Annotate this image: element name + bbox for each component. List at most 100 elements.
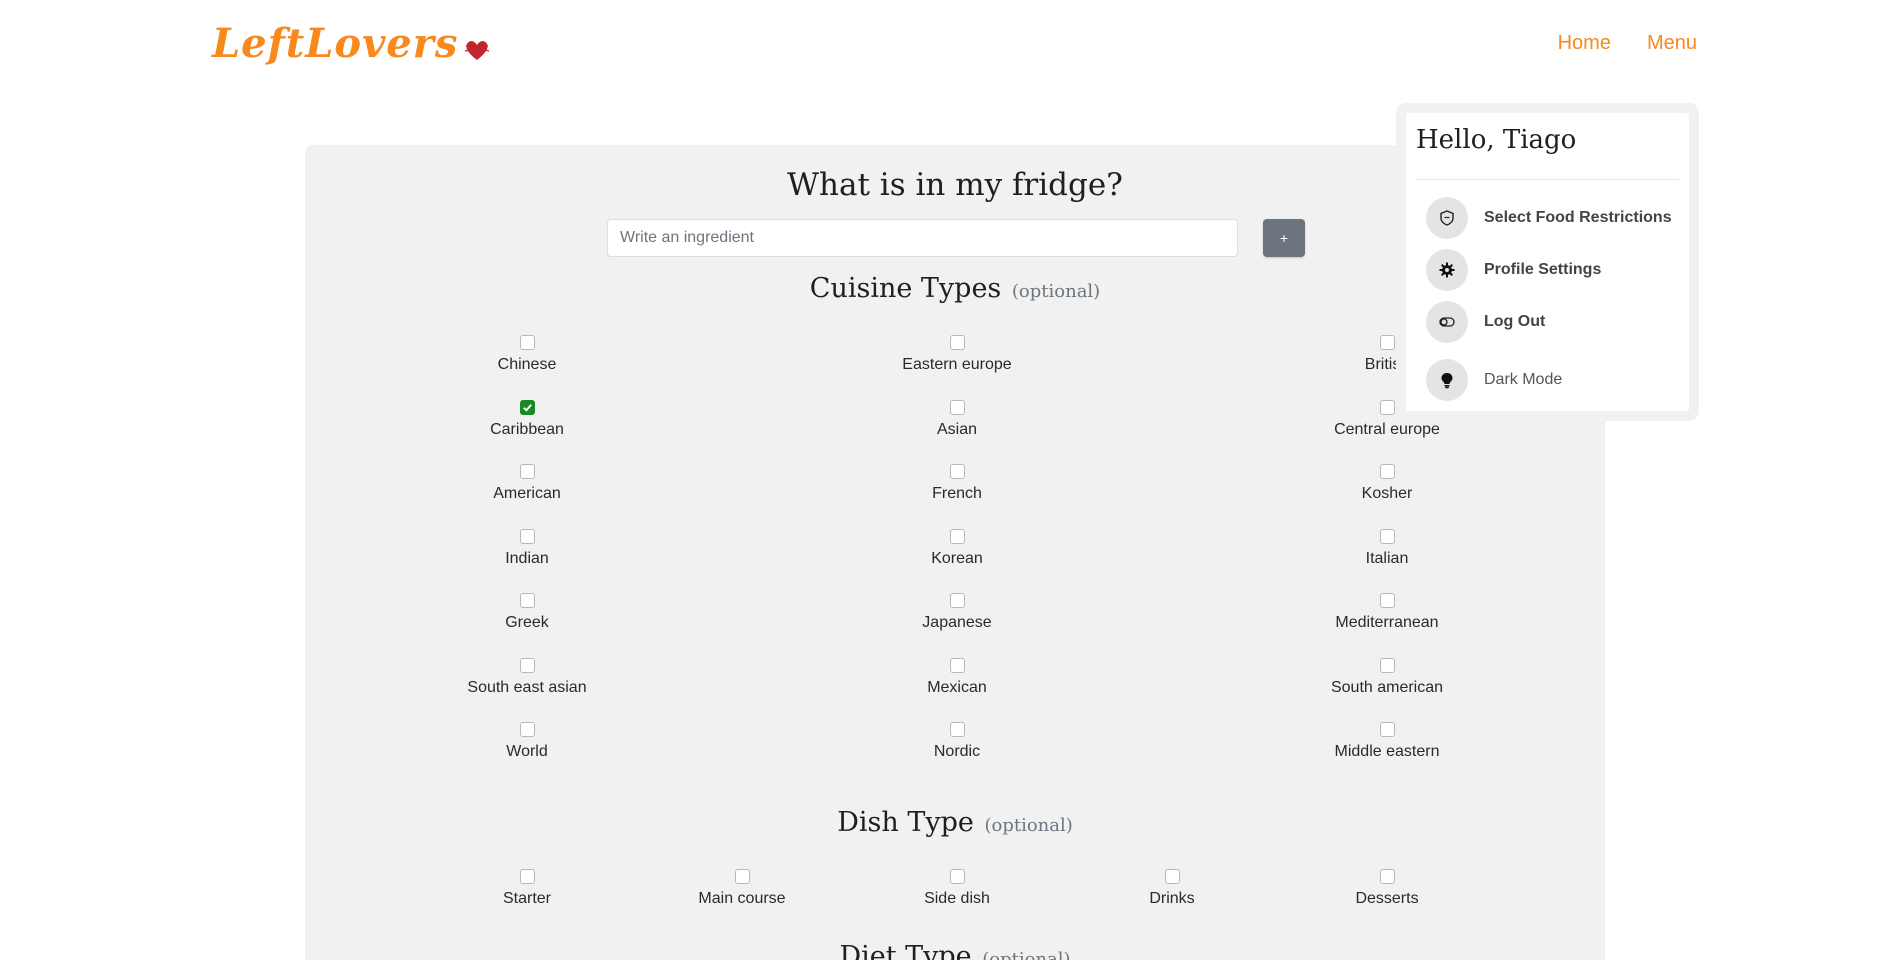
checkmark-icon: [522, 403, 532, 412]
option-item[interactable]: South east asian: [407, 657, 647, 697]
option-label: Kosher: [1361, 485, 1413, 502]
option-label: Greek: [505, 614, 549, 631]
brand-name: LeftLovers: [212, 20, 459, 67]
option-label: Middle eastern: [1334, 743, 1440, 760]
ingredient-search-row: +: [607, 219, 1305, 257]
option-checkbox[interactable]: [519, 657, 535, 673]
option-label: Italian: [1365, 549, 1409, 567]
menu-item-label: Dark Mode: [1484, 371, 1563, 388]
ingredient-input[interactable]: [607, 219, 1238, 257]
shield-icon: [1426, 197, 1468, 239]
option-checkbox[interactable]: [949, 528, 965, 544]
nav-menu-link[interactable]: Menu: [1647, 32, 1697, 55]
option-checkbox[interactable]: [1379, 722, 1395, 737]
option-item[interactable]: World: [407, 722, 647, 761]
option-checkbox[interactable]: [949, 335, 965, 350]
user-dropdown-menu: Hello, Tiago Select Food Restrictions Pr…: [1396, 103, 1699, 421]
option-label: Japanese: [922, 614, 992, 631]
top-nav: Home Menu: [1558, 32, 1697, 55]
option-label: Central europe: [1334, 420, 1440, 438]
cuisine-title: Cuisine Types: [809, 273, 1002, 304]
option-checkbox[interactable]: [949, 464, 965, 479]
option-label: Asian: [936, 420, 978, 438]
option-checkbox[interactable]: [1379, 528, 1395, 544]
option-checkbox[interactable]: [1379, 399, 1395, 415]
option-checkbox[interactable]: [1379, 869, 1395, 884]
option-item[interactable]: American: [407, 464, 647, 503]
diet-section-title: Diet Type (optional): [305, 941, 1605, 960]
menu-item-label: Profile Settings: [1484, 261, 1602, 278]
option-checkbox[interactable]: [1379, 335, 1395, 350]
option-checkbox[interactable]: [519, 869, 535, 884]
option-item[interactable]: South american: [1267, 657, 1507, 697]
option-item[interactable]: Nordic: [837, 722, 1077, 761]
option-item[interactable]: Side dish: [837, 869, 1077, 908]
brand-logo[interactable]: LeftLovers: [212, 20, 490, 67]
option-checkbox[interactable]: [519, 593, 535, 608]
option-checkbox[interactable]: [519, 464, 535, 479]
option-checkbox[interactable]: [519, 399, 535, 415]
gear-icon: [1426, 249, 1468, 291]
diet-title: Diet Type: [839, 941, 972, 960]
cuisine-optional: (optional): [1011, 281, 1101, 302]
option-label: Starter: [502, 890, 551, 907]
option-label: South american: [1330, 678, 1444, 696]
menu-item-label: Select Food Restrictions: [1484, 209, 1672, 226]
menu-item-food-restrictions[interactable]: Select Food Restrictions: [1416, 192, 1679, 244]
option-label: French: [932, 485, 982, 502]
option-checkbox[interactable]: [949, 722, 965, 737]
dish-section-title: Dish Type (optional): [305, 807, 1605, 838]
option-checkbox[interactable]: [519, 528, 535, 544]
option-checkbox[interactable]: [949, 657, 965, 673]
option-checkbox[interactable]: [519, 335, 535, 350]
option-checkbox[interactable]: [1164, 869, 1180, 884]
menu-item-log-out[interactable]: Log Out: [1416, 296, 1679, 348]
option-label: Main course: [698, 890, 786, 907]
option-item[interactable]: Indian: [407, 528, 647, 568]
option-item[interactable]: Korean: [837, 528, 1077, 568]
option-checkbox[interactable]: [734, 869, 750, 884]
option-label: Mediterranean: [1335, 614, 1439, 631]
dish-optional: (optional): [984, 815, 1073, 836]
option-item[interactable]: Chinese: [407, 335, 647, 374]
menu-item-dark-mode[interactable]: Dark Mode: [1416, 354, 1679, 406]
option-item[interactable]: French: [837, 464, 1077, 503]
option-item[interactable]: Japanese: [837, 593, 1077, 632]
option-item[interactable]: Mediterranean: [1267, 593, 1507, 632]
dish-title: Dish Type: [837, 807, 974, 838]
option-item[interactable]: Starter: [407, 869, 647, 908]
option-checkbox[interactable]: [949, 593, 965, 608]
menu-item-label: Log Out: [1484, 313, 1546, 330]
option-checkbox[interactable]: [949, 399, 965, 415]
option-checkbox[interactable]: [949, 869, 965, 884]
option-label: Indian: [505, 549, 549, 567]
option-item[interactable]: Eastern europe: [837, 335, 1077, 374]
option-checkbox[interactable]: [1379, 657, 1395, 673]
option-checkbox[interactable]: [1379, 593, 1395, 608]
option-item[interactable]: Desserts: [1267, 869, 1507, 908]
option-label: Caribbean: [490, 420, 564, 438]
option-item[interactable]: Main course: [622, 869, 862, 908]
option-item[interactable]: Mexican: [837, 657, 1077, 697]
heart-icon: [465, 40, 490, 60]
option-checkbox[interactable]: [519, 722, 535, 737]
option-label: World: [506, 743, 548, 760]
option-item[interactable]: Middle eastern: [1267, 722, 1507, 761]
menu-item-profile-settings[interactable]: Profile Settings: [1416, 244, 1679, 296]
option-label: American: [493, 485, 561, 502]
option-item[interactable]: Drinks: [1052, 869, 1292, 908]
option-item[interactable]: Kosher: [1267, 464, 1507, 503]
option-label: Nordic: [933, 743, 981, 760]
diet-optional: (optional): [982, 949, 1071, 960]
nav-home-link[interactable]: Home: [1558, 32, 1611, 55]
option-label: Desserts: [1355, 890, 1419, 907]
option-item[interactable]: Greek: [407, 593, 647, 632]
option-label: Side dish: [924, 890, 990, 907]
option-label: Chinese: [497, 356, 557, 373]
option-checkbox[interactable]: [1379, 464, 1395, 479]
option-item[interactable]: Caribbean: [407, 399, 647, 439]
option-label: Mexican: [927, 678, 987, 696]
add-ingredient-button[interactable]: +: [1263, 219, 1305, 257]
option-item[interactable]: Asian: [837, 399, 1077, 439]
option-item[interactable]: Italian: [1267, 528, 1507, 568]
